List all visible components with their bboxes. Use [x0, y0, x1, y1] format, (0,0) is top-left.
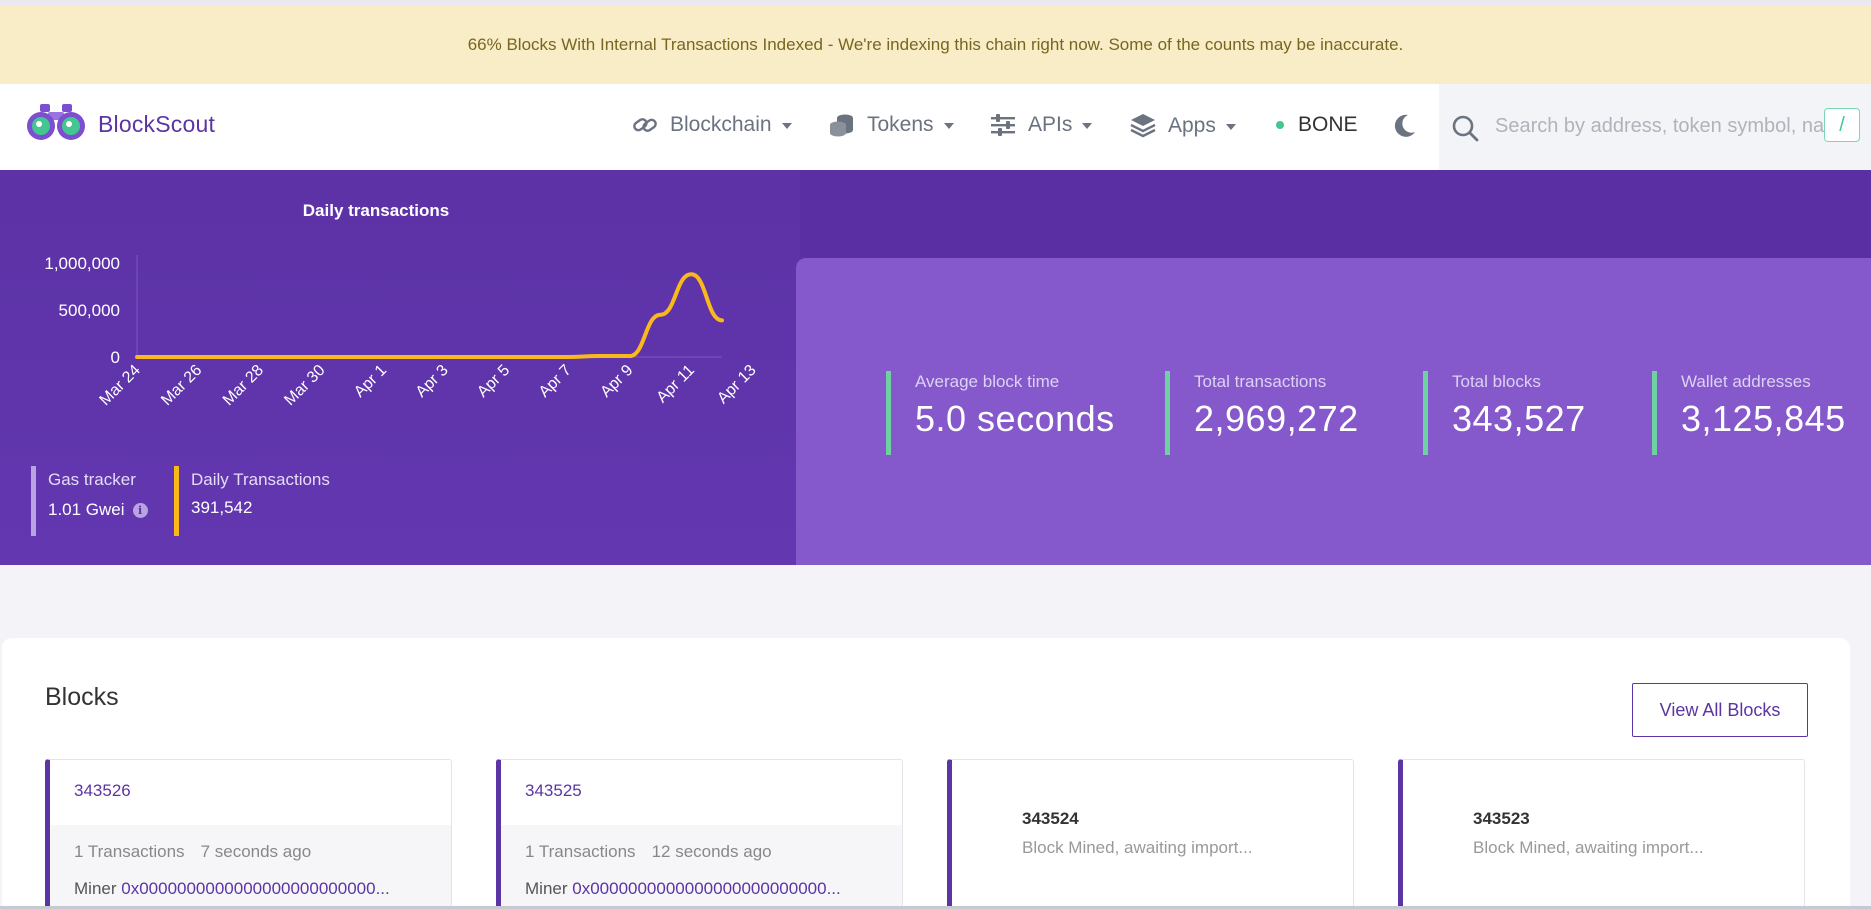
nav-blockchain-label: Blockchain	[670, 113, 772, 136]
chevron-down-icon	[943, 123, 954, 129]
stat-total-transactions: Total transactions 2,969,272	[1165, 371, 1359, 455]
brand-name: BlockScout	[98, 111, 216, 137]
network-selector[interactable]: BONE	[1276, 113, 1358, 137]
stat-total-blocks: Total blocks 343,527	[1423, 371, 1586, 455]
stat-label: Average block time	[915, 372, 1060, 391]
block-number-link[interactable]: 343525	[525, 781, 582, 801]
block-age: 12 seconds ago	[651, 842, 772, 861]
block-miner-line: Miner 0x0000000000000000000000000...	[74, 879, 390, 899]
nav-apis[interactable]: APIs	[990, 113, 1093, 137]
search-input[interactable]	[1495, 104, 1825, 148]
block-number: 343523	[1473, 809, 1530, 828]
info-icon[interactable]: i	[132, 502, 148, 518]
y-axis: 0 500,000 1,000,000	[44, 254, 722, 367]
x-axis: Mar 24 Mar 26 Mar 28 Mar 30 Apr 1 Apr 3 Apr 5 A…	[97, 362, 760, 409]
chart-title: Daily transactions	[303, 201, 449, 220]
x-tick-label: Apr 1	[351, 362, 390, 401]
x-tick-label: Mar 26	[158, 362, 205, 409]
chevron-down-icon	[1225, 124, 1236, 130]
daily-transactions-chart: Daily transactions 0 500,000 1,000,000 Mar…	[44, 201, 760, 409]
moon-icon[interactable]	[1390, 112, 1418, 145]
view-all-blocks-button[interactable]: View All Blocks	[1632, 683, 1808, 737]
block-meta: 1 Transactions 7 seconds ago Miner 0x0000…	[50, 825, 451, 909]
stat-value: 5.0 seconds	[915, 398, 1115, 439]
stat-wallet-addresses: Wallet addresses 3,125,845	[1652, 371, 1846, 455]
stat-average-block-time: Average block time 5.0 seconds	[886, 371, 1115, 455]
stat-value: 343,527	[1452, 398, 1586, 439]
gas-tracker-value: 1.01 Gwei	[48, 500, 125, 519]
block-miner-address[interactable]: 0x0000000000000000000000000...	[572, 879, 841, 898]
block-tile[interactable]: 343525 1 Transactions 12 seconds ago Mine…	[496, 759, 903, 909]
chevron-down-icon	[781, 123, 792, 129]
block-meta: 1 Transactions 12 seconds ago Miner 0x000…	[501, 825, 902, 909]
block-tile[interactable]: 343526 1 Transactions 7 seconds ago Miner…	[45, 759, 452, 909]
block-age: 7 seconds ago	[200, 842, 312, 861]
banner-text: 66% Blocks With Internal Transactions In…	[467, 34, 1404, 54]
coins-icon	[829, 113, 855, 137]
nav-tokens-label: Tokens	[867, 113, 934, 136]
x-tick-label: Apr 3	[413, 362, 452, 401]
network-status-dot	[1276, 121, 1284, 129]
stat-label: Wallet addresses	[1681, 372, 1811, 391]
block-number-link[interactable]: 343526	[74, 781, 131, 801]
layers-icon	[1130, 113, 1156, 139]
block-meta-line: 1 Transactions 12 seconds ago	[525, 842, 772, 862]
daily-transactions-label: Daily Transactions	[191, 470, 330, 489]
x-tick-label: Mar 30	[281, 362, 328, 409]
x-tick-label: Mar 24	[97, 362, 144, 409]
block-status: Block Mined, awaiting import...	[1022, 838, 1253, 857]
nav-blockchain[interactable]: Blockchain	[632, 113, 792, 137]
block-number: 343524	[1022, 809, 1079, 828]
stat-value: 3,125,845	[1681, 398, 1846, 439]
gas-tracker-label: Gas tracker	[48, 470, 136, 489]
x-tick-label: Apr 13	[714, 362, 759, 407]
search-bar: /	[1439, 84, 1871, 170]
block-tile-pending: 343523 Block Mined, awaiting import...	[1398, 759, 1805, 909]
y-tick-label: 0	[111, 348, 120, 367]
x-tick-label: Mar 28	[220, 362, 267, 409]
stat-label: Total transactions	[1194, 372, 1327, 391]
x-tick-label: Apr 11	[654, 362, 699, 407]
nav-apis-label: APIs	[1028, 113, 1073, 136]
navbar: BlockScout Blockchain Tokens APIs Apps B…	[0, 84, 1871, 170]
search-shortcut-badge: /	[1824, 108, 1860, 142]
block-miner-label: Miner	[74, 879, 117, 898]
x-tick-label: Apr 7	[536, 362, 575, 401]
daily-transactions-value: 391,542	[191, 498, 253, 517]
network-name: BONE	[1298, 113, 1358, 136]
search-icon	[1451, 114, 1479, 147]
block-transactions: 1 Transactions	[525, 842, 636, 861]
block-meta-line: 1 Transactions 7 seconds ago	[74, 842, 311, 862]
nav-apps[interactable]: Apps	[1130, 113, 1236, 139]
binoculars-icon	[26, 102, 86, 147]
stat-value: 2,969,272	[1194, 398, 1359, 439]
nav-apps-label: Apps	[1168, 114, 1216, 137]
stats-panel: Average block time 5.0 seconds Total tra…	[796, 258, 1871, 565]
daily-transactions-stat: Daily Transactions 391,542	[174, 466, 330, 536]
y-tick-label: 1,000,000	[44, 254, 120, 273]
block-tile-pending: 343524 Block Mined, awaiting import...	[947, 759, 1354, 909]
gas-tracker: Gas tracker 1.01 Gwei i	[31, 466, 148, 536]
indexing-banner: 66% Blocks With Internal Transactions In…	[0, 5, 1871, 84]
block-miner-line: Miner 0x0000000000000000000000000...	[525, 879, 841, 899]
link-icon	[632, 114, 658, 136]
series-line	[135, 272, 724, 359]
block-miner-label: Miner	[525, 879, 568, 898]
sliders-icon	[990, 114, 1016, 136]
gas-tracker-value-row: 1.01 Gwei i	[48, 500, 148, 520]
stat-label: Total blocks	[1452, 372, 1541, 391]
blocks-card: Blocks View All Blocks 343526 1 Transact…	[2, 638, 1850, 909]
blocks-title: Blocks	[45, 683, 119, 711]
x-tick-label: Apr 9	[597, 362, 636, 401]
block-transactions: 1 Transactions	[74, 842, 185, 861]
brand-logo[interactable]: BlockScout	[26, 102, 215, 147]
y-tick-label: 500,000	[59, 301, 120, 320]
chart-plot	[135, 272, 724, 359]
block-miner-address[interactable]: 0x0000000000000000000000000...	[121, 879, 390, 898]
x-tick-label: Apr 5	[474, 362, 513, 401]
nav-tokens[interactable]: Tokens	[829, 113, 954, 137]
dashboard-hero: Daily transactions 0 500,000 1,000,000 Mar…	[0, 170, 1871, 565]
block-status: Block Mined, awaiting import...	[1473, 838, 1704, 857]
chevron-down-icon	[1082, 123, 1093, 129]
